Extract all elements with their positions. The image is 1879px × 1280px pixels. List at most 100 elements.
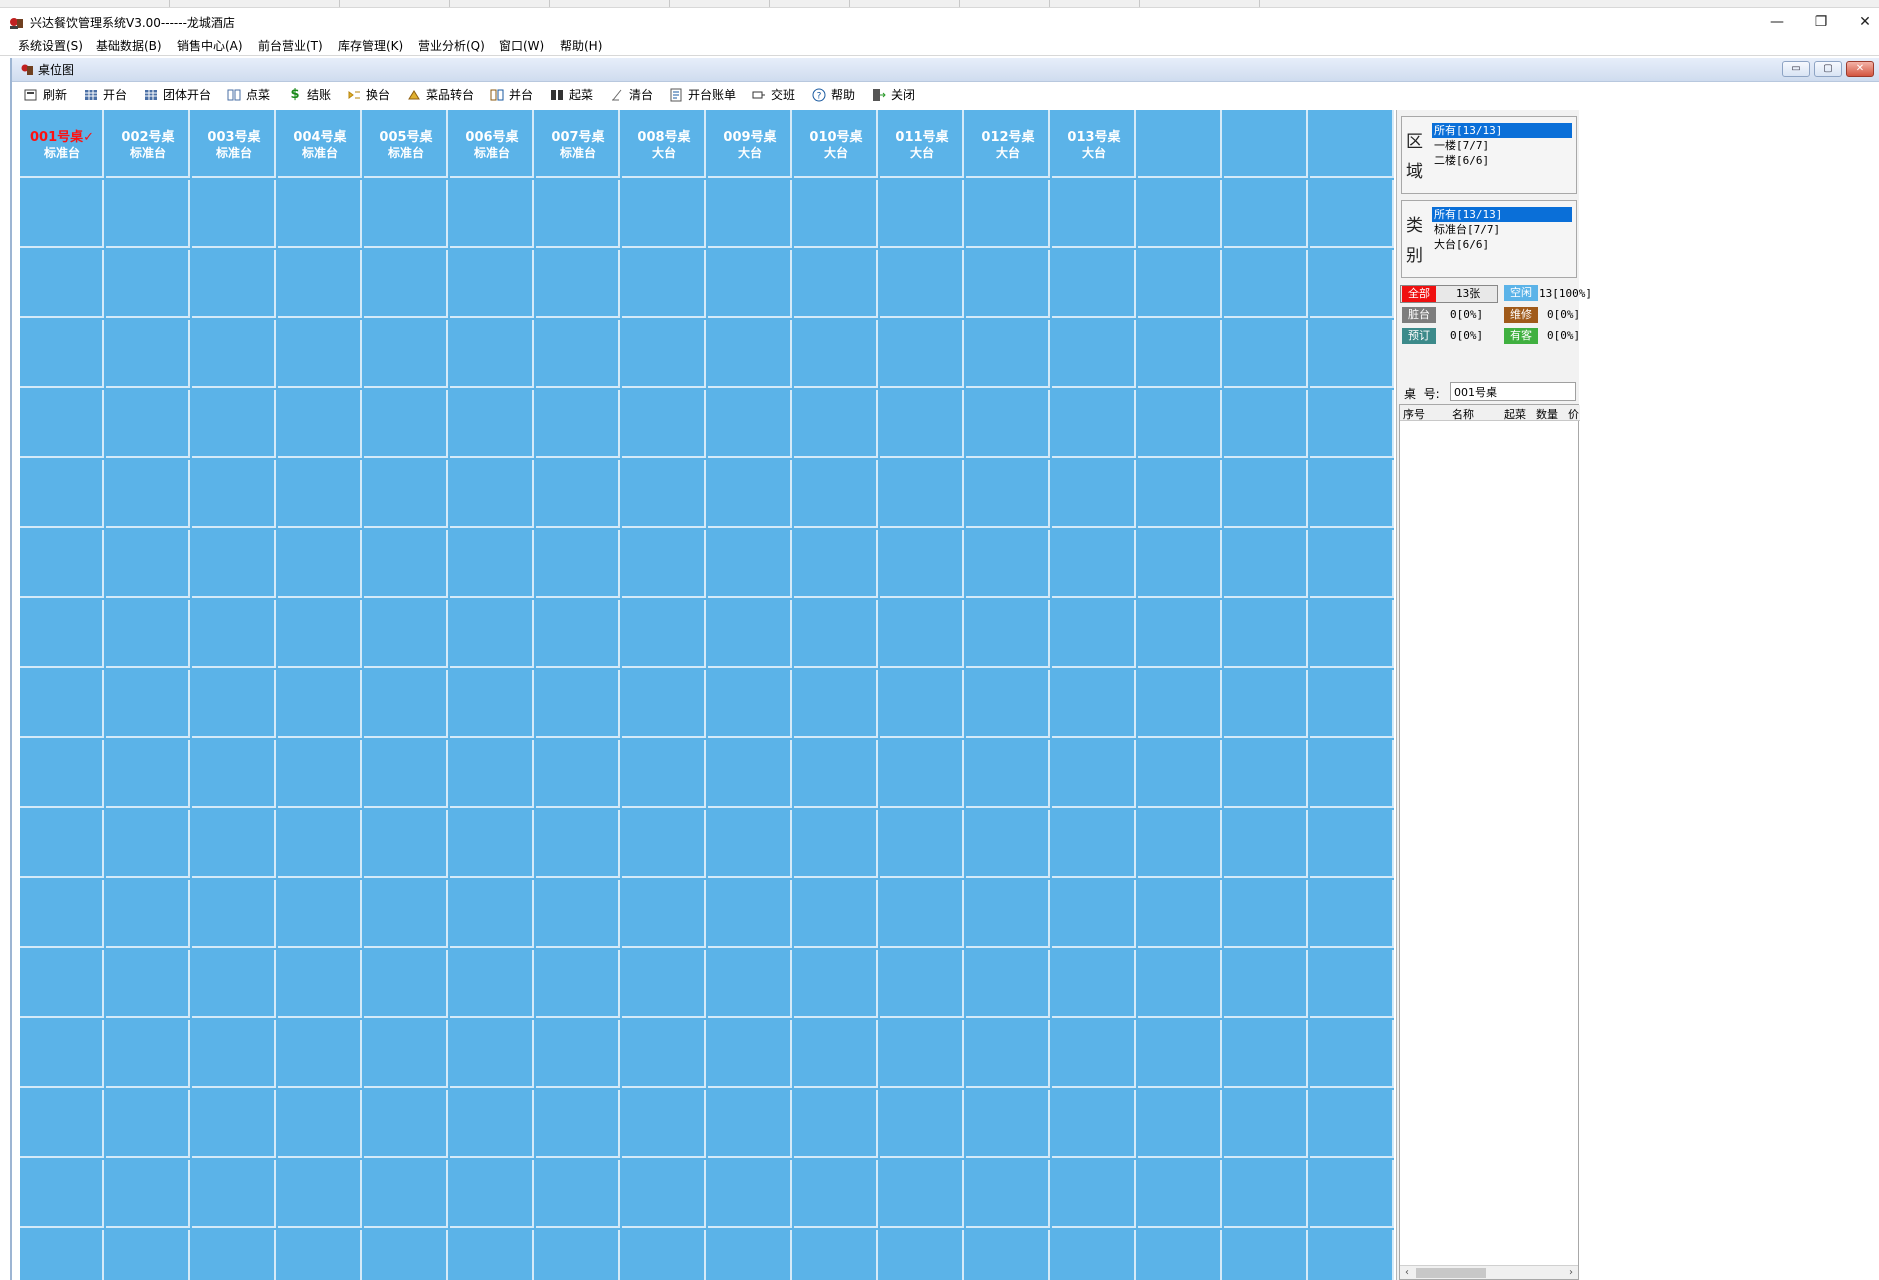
empty-table-slot bbox=[966, 1160, 1050, 1228]
menu-analysis[interactable]: 营业分析(Q) bbox=[418, 38, 485, 54]
table-cell[interactable]: 010号桌 大台 bbox=[794, 110, 878, 178]
table-cell[interactable]: 007号桌 标准台 bbox=[536, 110, 620, 178]
empty-table-slot bbox=[1310, 810, 1394, 878]
empty-table-slot bbox=[880, 950, 964, 1018]
close-map-button[interactable]: 关闭 bbox=[872, 86, 915, 104]
col-index[interactable]: 序号 bbox=[1403, 406, 1425, 422]
refresh-button[interactable]: 刷新 bbox=[24, 86, 67, 104]
menu-basic-data[interactable]: 基础数据(B) bbox=[96, 38, 162, 54]
status-badge-all[interactable]: 全部 bbox=[1402, 286, 1436, 302]
child-maximize-button[interactable]: ▢ bbox=[1814, 61, 1842, 77]
empty-table-slot bbox=[708, 530, 792, 598]
menu-front-desk[interactable]: 前台营业(T) bbox=[258, 38, 323, 54]
col-name[interactable]: 名称 bbox=[1452, 406, 1474, 422]
empty-table-slot bbox=[794, 600, 878, 668]
menu-help[interactable]: 帮助(H) bbox=[560, 38, 602, 54]
status-badge-repair[interactable]: 维修 bbox=[1504, 307, 1538, 323]
table-cell[interactable]: 009号桌 大台 bbox=[708, 110, 792, 178]
empty-table-slot bbox=[1224, 670, 1308, 738]
menu-window[interactable]: 窗口(W) bbox=[499, 38, 544, 54]
open-table-button[interactable]: 开台 bbox=[84, 86, 127, 104]
menu-sales-center[interactable]: 销售中心(A) bbox=[177, 38, 243, 54]
status-badge-dirty[interactable]: 脏台 bbox=[1402, 307, 1436, 323]
col-price[interactable]: 价 bbox=[1568, 406, 1579, 422]
order-list-scrollbar[interactable]: ‹ › bbox=[1400, 1265, 1578, 1279]
order-button[interactable]: 点菜 bbox=[227, 86, 270, 104]
table-cell[interactable]: 011号桌 大台 bbox=[880, 110, 964, 178]
menu-system[interactable]: 系统设置(S) bbox=[18, 38, 83, 54]
table-cell[interactable]: 006号桌 标准台 bbox=[450, 110, 534, 178]
scroll-left-icon[interactable]: ‹ bbox=[1400, 1266, 1414, 1280]
table-type: 大台 bbox=[737, 146, 762, 160]
empty-table-slot bbox=[622, 670, 706, 738]
menu-inventory[interactable]: 库存管理(K) bbox=[338, 38, 403, 54]
table-number-input[interactable] bbox=[1450, 382, 1576, 401]
child-close-button[interactable]: ✕ bbox=[1846, 61, 1874, 77]
table-name: 003号桌 bbox=[207, 130, 261, 145]
table-bill-button[interactable]: 开台账单 bbox=[669, 86, 736, 104]
empty-table-slot bbox=[1224, 810, 1308, 878]
table-type: 大台 bbox=[651, 146, 676, 160]
scroll-thumb[interactable] bbox=[1416, 1268, 1486, 1278]
type-item-all[interactable]: 所有[13/13] bbox=[1432, 207, 1572, 222]
col-qty[interactable]: 数量 bbox=[1536, 406, 1558, 422]
empty-table-slot bbox=[966, 1090, 1050, 1158]
table-cell[interactable]: 013号桌 大台 bbox=[1052, 110, 1136, 178]
empty-table-slot bbox=[1052, 1230, 1136, 1280]
empty-table-slot bbox=[20, 320, 104, 388]
type-item-large[interactable]: 大台[6/6] bbox=[1432, 237, 1572, 252]
empty-table-slot bbox=[708, 1230, 792, 1280]
table-cell[interactable]: 005号桌 标准台 bbox=[364, 110, 448, 178]
empty-table-slot bbox=[966, 810, 1050, 878]
empty-table-slot bbox=[708, 180, 792, 248]
empty-table-slot bbox=[450, 530, 534, 598]
order-list-header: 序号 名称 起菜 数量 价 bbox=[1400, 405, 1580, 421]
status-value-idle: 13[100%] bbox=[1539, 287, 1592, 300]
empty-table-slot bbox=[794, 250, 878, 318]
serve-dish-button[interactable]: 起菜 bbox=[550, 86, 593, 104]
col-serve[interactable]: 起菜 bbox=[1504, 406, 1526, 422]
checkout-button[interactable]: $ 结账 bbox=[288, 86, 331, 104]
empty-table-slot bbox=[536, 320, 620, 388]
empty-table-slot bbox=[364, 460, 448, 528]
empty-table-slot bbox=[622, 1090, 706, 1158]
table-name: 005号桌 bbox=[379, 130, 433, 145]
close-window-button[interactable]: ✕ bbox=[1843, 8, 1879, 36]
table-cell[interactable]: 002号桌 标准台 bbox=[106, 110, 190, 178]
empty-table-slot bbox=[880, 1230, 964, 1280]
empty-table-slot bbox=[536, 950, 620, 1018]
scroll-right-icon[interactable]: › bbox=[1564, 1266, 1578, 1280]
dish-transfer-button[interactable]: 菜品转台 bbox=[407, 86, 474, 104]
switch-table-button[interactable]: 换台 bbox=[347, 86, 390, 104]
empty-table-slot bbox=[278, 810, 362, 878]
area-item-floor1[interactable]: 一楼[7/7] bbox=[1432, 138, 1572, 153]
table-cell[interactable]: 008号桌 大台 bbox=[622, 110, 706, 178]
group-open-button[interactable]: 团体开台 bbox=[144, 86, 211, 104]
empty-table-slot bbox=[794, 950, 878, 1018]
shift-handover-button[interactable]: 交班 bbox=[752, 86, 795, 104]
empty-table-slot bbox=[966, 460, 1050, 528]
status-badge-occupied[interactable]: 有客 bbox=[1504, 328, 1538, 344]
clear-table-button[interactable]: 清台 bbox=[610, 86, 653, 104]
merge-table-label: 并台 bbox=[509, 88, 534, 102]
table-cell[interactable]: 003号桌 标准台 bbox=[192, 110, 276, 178]
empty-table-slot bbox=[192, 670, 276, 738]
table-cell[interactable]: 001号桌✓ 标准台 bbox=[20, 110, 104, 178]
help-button[interactable]: ? 帮助 bbox=[812, 86, 855, 104]
merge-table-button[interactable]: 并台 bbox=[490, 86, 533, 104]
empty-table-slot bbox=[1138, 600, 1222, 668]
status-badge-idle[interactable]: 空闲 bbox=[1504, 285, 1538, 301]
empty-table-slot bbox=[880, 1020, 964, 1088]
status-badge-reserved[interactable]: 预订 bbox=[1402, 328, 1436, 344]
empty-table-slot bbox=[1138, 530, 1222, 598]
area-item-floor2[interactable]: 二楼[6/6] bbox=[1432, 153, 1572, 168]
type-item-standard[interactable]: 标准台[7/7] bbox=[1432, 222, 1572, 237]
empty-table-slot bbox=[966, 880, 1050, 948]
table-cell[interactable]: 004号桌 标准台 bbox=[278, 110, 362, 178]
minimize-button[interactable]: — bbox=[1755, 8, 1799, 36]
area-item-all[interactable]: 所有[13/13] bbox=[1432, 123, 1572, 138]
menu-bar: 系统设置(S) 基础数据(B) 销售中心(A) 前台营业(T) 库存管理(K) … bbox=[0, 36, 1879, 56]
restore-button[interactable]: ❐ bbox=[1799, 8, 1843, 36]
table-cell[interactable]: 012号桌 大台 bbox=[966, 110, 1050, 178]
child-minimize-button[interactable]: ▭ bbox=[1782, 61, 1810, 77]
